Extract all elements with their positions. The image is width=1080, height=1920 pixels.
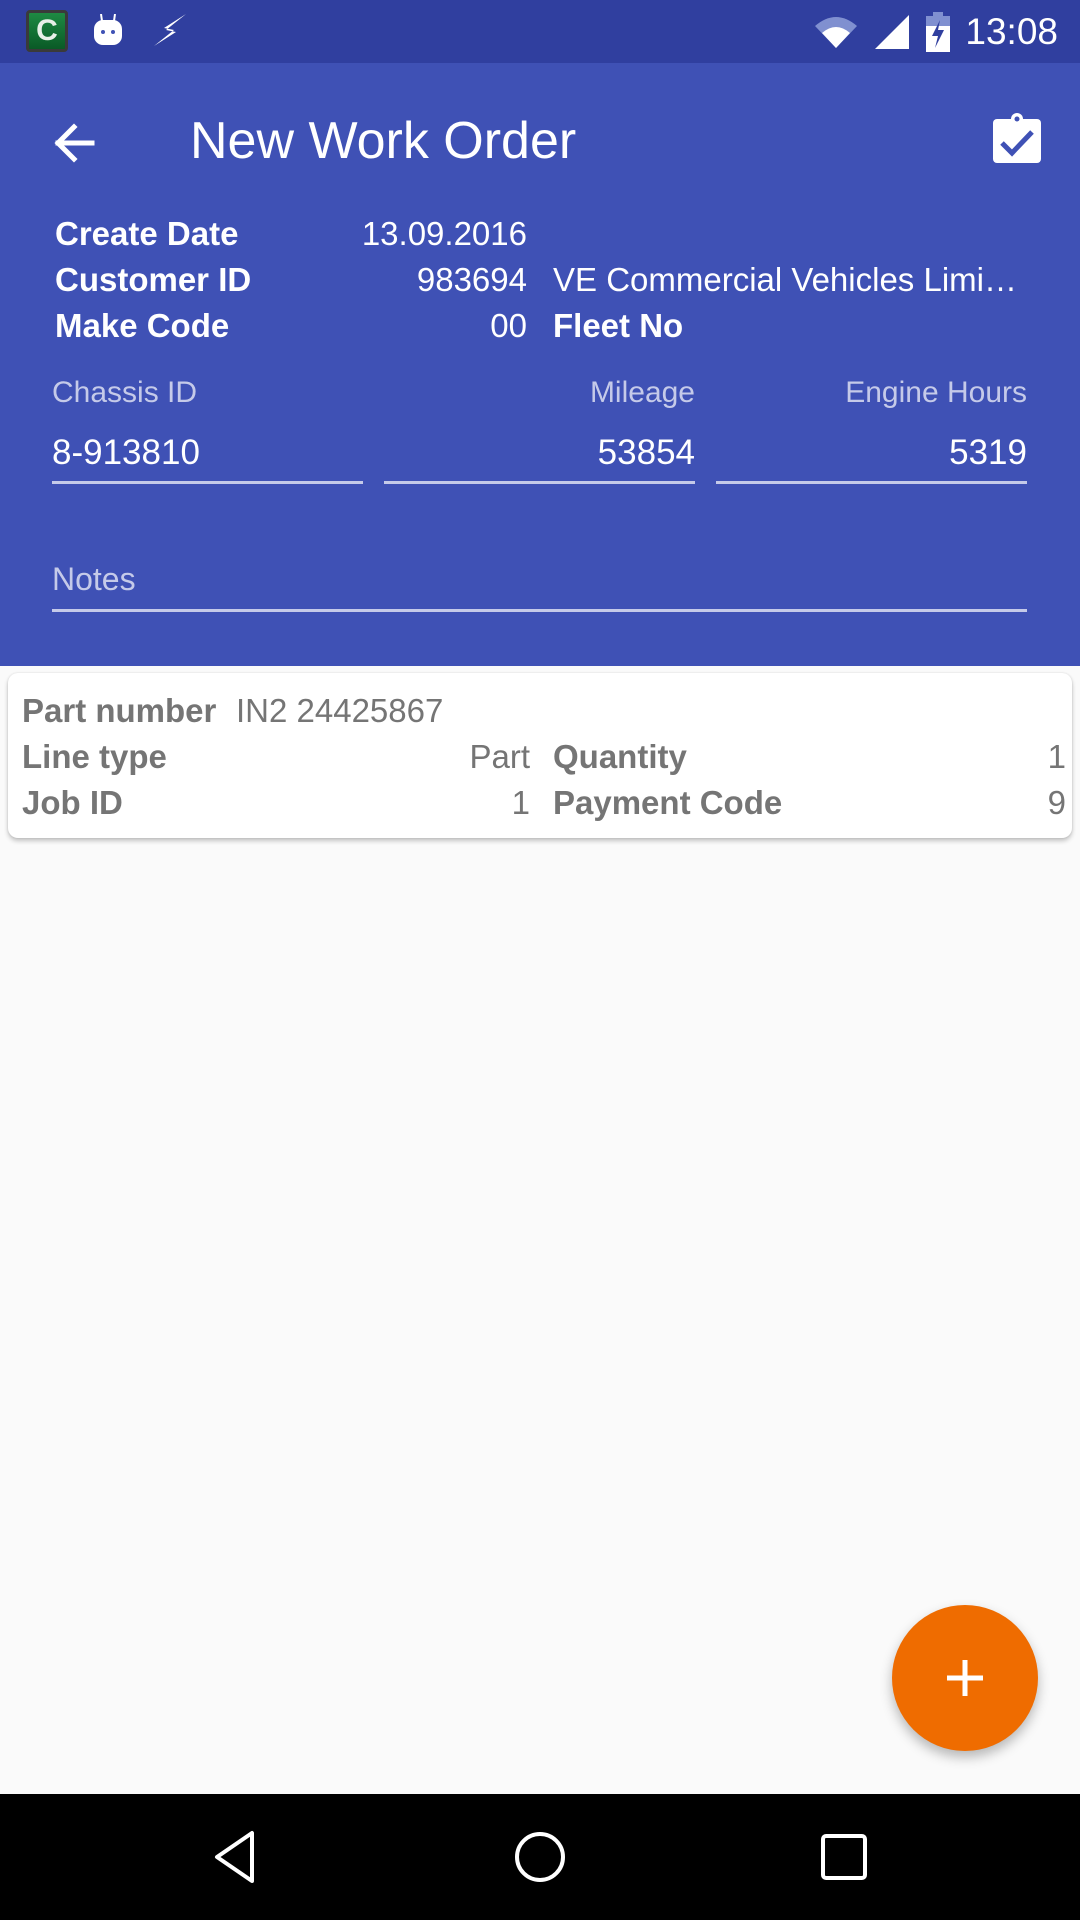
quantity-label: Quantity xyxy=(553,738,687,775)
engine-hours-field[interactable]: Engine Hours 5319 xyxy=(716,373,1027,484)
part-number-label: Part number xyxy=(22,692,217,729)
notes-input[interactable]: Notes xyxy=(52,559,1027,599)
system-nav-bar xyxy=(0,1794,1080,1920)
nav-home-icon xyxy=(515,1832,565,1882)
engine-hours-label: Engine Hours xyxy=(845,376,1027,409)
part-number-value: IN2 24425867 xyxy=(236,692,444,729)
part-number-row: Part number IN2 24425867 xyxy=(22,689,1066,733)
line-item-card[interactable]: Part number IN2 24425867 Line type Part … xyxy=(8,673,1072,838)
wifi-icon xyxy=(815,16,858,48)
mileage-input[interactable]: 53854 xyxy=(384,429,695,477)
customer-name: VE Commercial Vehicles Limi… xyxy=(553,261,1017,298)
job-id-value: 1 xyxy=(511,784,530,821)
job-id-label: Job ID xyxy=(22,784,123,821)
back-button[interactable] xyxy=(44,113,104,173)
bolt-icon xyxy=(154,14,186,46)
android-bot-icon xyxy=(94,14,122,45)
chassis-id-underline xyxy=(52,481,363,484)
nav-back-icon xyxy=(215,1831,254,1883)
nav-home-button[interactable] xyxy=(500,1822,580,1892)
arrow-left-icon xyxy=(54,123,95,163)
app-c-icon: C xyxy=(26,10,68,52)
page-title: New Work Order xyxy=(190,112,577,170)
add-line-item-button[interactable] xyxy=(892,1605,1038,1751)
job-id-row: Job ID 1 Payment Code 9 xyxy=(22,781,1066,825)
nav-recents-button[interactable] xyxy=(804,1822,884,1892)
quantity-value: 1 xyxy=(1047,738,1066,775)
customer-id-row: Customer ID 983694 VE Commercial Vehicle… xyxy=(55,258,1035,302)
plus-icon xyxy=(947,1660,983,1696)
line-type-row: Line type Part Quantity 1 xyxy=(22,735,1066,779)
chassis-id-input[interactable]: 8-913810 xyxy=(52,429,363,477)
clipboard-check-icon xyxy=(993,113,1041,163)
customer-id-value: 983694 xyxy=(416,261,527,298)
signal-icon xyxy=(875,14,910,49)
engine-hours-input[interactable]: 5319 xyxy=(716,429,1027,477)
notes-underline xyxy=(52,609,1027,612)
notes-field[interactable]: Notes xyxy=(52,559,1027,612)
mileage-label: Mileage xyxy=(589,376,695,409)
create-date-value: 13.09.2016 xyxy=(361,215,527,252)
make-code-value: 00 xyxy=(490,307,527,344)
nav-recents-icon xyxy=(821,1834,867,1880)
chassis-id-label: Chassis ID xyxy=(52,376,198,409)
save-work-order-button[interactable] xyxy=(984,105,1050,171)
mileage-underline xyxy=(384,481,695,484)
payment-code-label: Payment Code xyxy=(553,784,783,821)
engine-hours-underline xyxy=(716,481,1027,484)
customer-id-label: Customer ID xyxy=(55,261,252,298)
create-date-label: Create Date xyxy=(55,215,239,252)
battery-charging-icon xyxy=(926,11,951,52)
work-order-header: New Work Order Create Date 13.09.2016 Cu… xyxy=(0,63,1080,666)
line-type-label: Line type xyxy=(22,738,167,775)
chassis-id-field[interactable]: Chassis ID 8-913810 xyxy=(52,373,363,484)
make-code-label: Make Code xyxy=(55,307,230,344)
nav-back-button[interactable] xyxy=(196,1822,276,1892)
create-date-row: Create Date 13.09.2016 xyxy=(55,212,1035,256)
clock: 13:08 xyxy=(965,10,1058,52)
make-code-row: Make Code 00 Fleet No xyxy=(55,304,1035,348)
status-bar: C 13:08 xyxy=(0,0,1080,63)
fleet-no-label: Fleet No xyxy=(553,307,684,344)
line-type-value: Part xyxy=(469,738,530,775)
payment-code-value: 9 xyxy=(1047,784,1066,821)
mileage-field[interactable]: Mileage 53854 xyxy=(384,373,695,484)
